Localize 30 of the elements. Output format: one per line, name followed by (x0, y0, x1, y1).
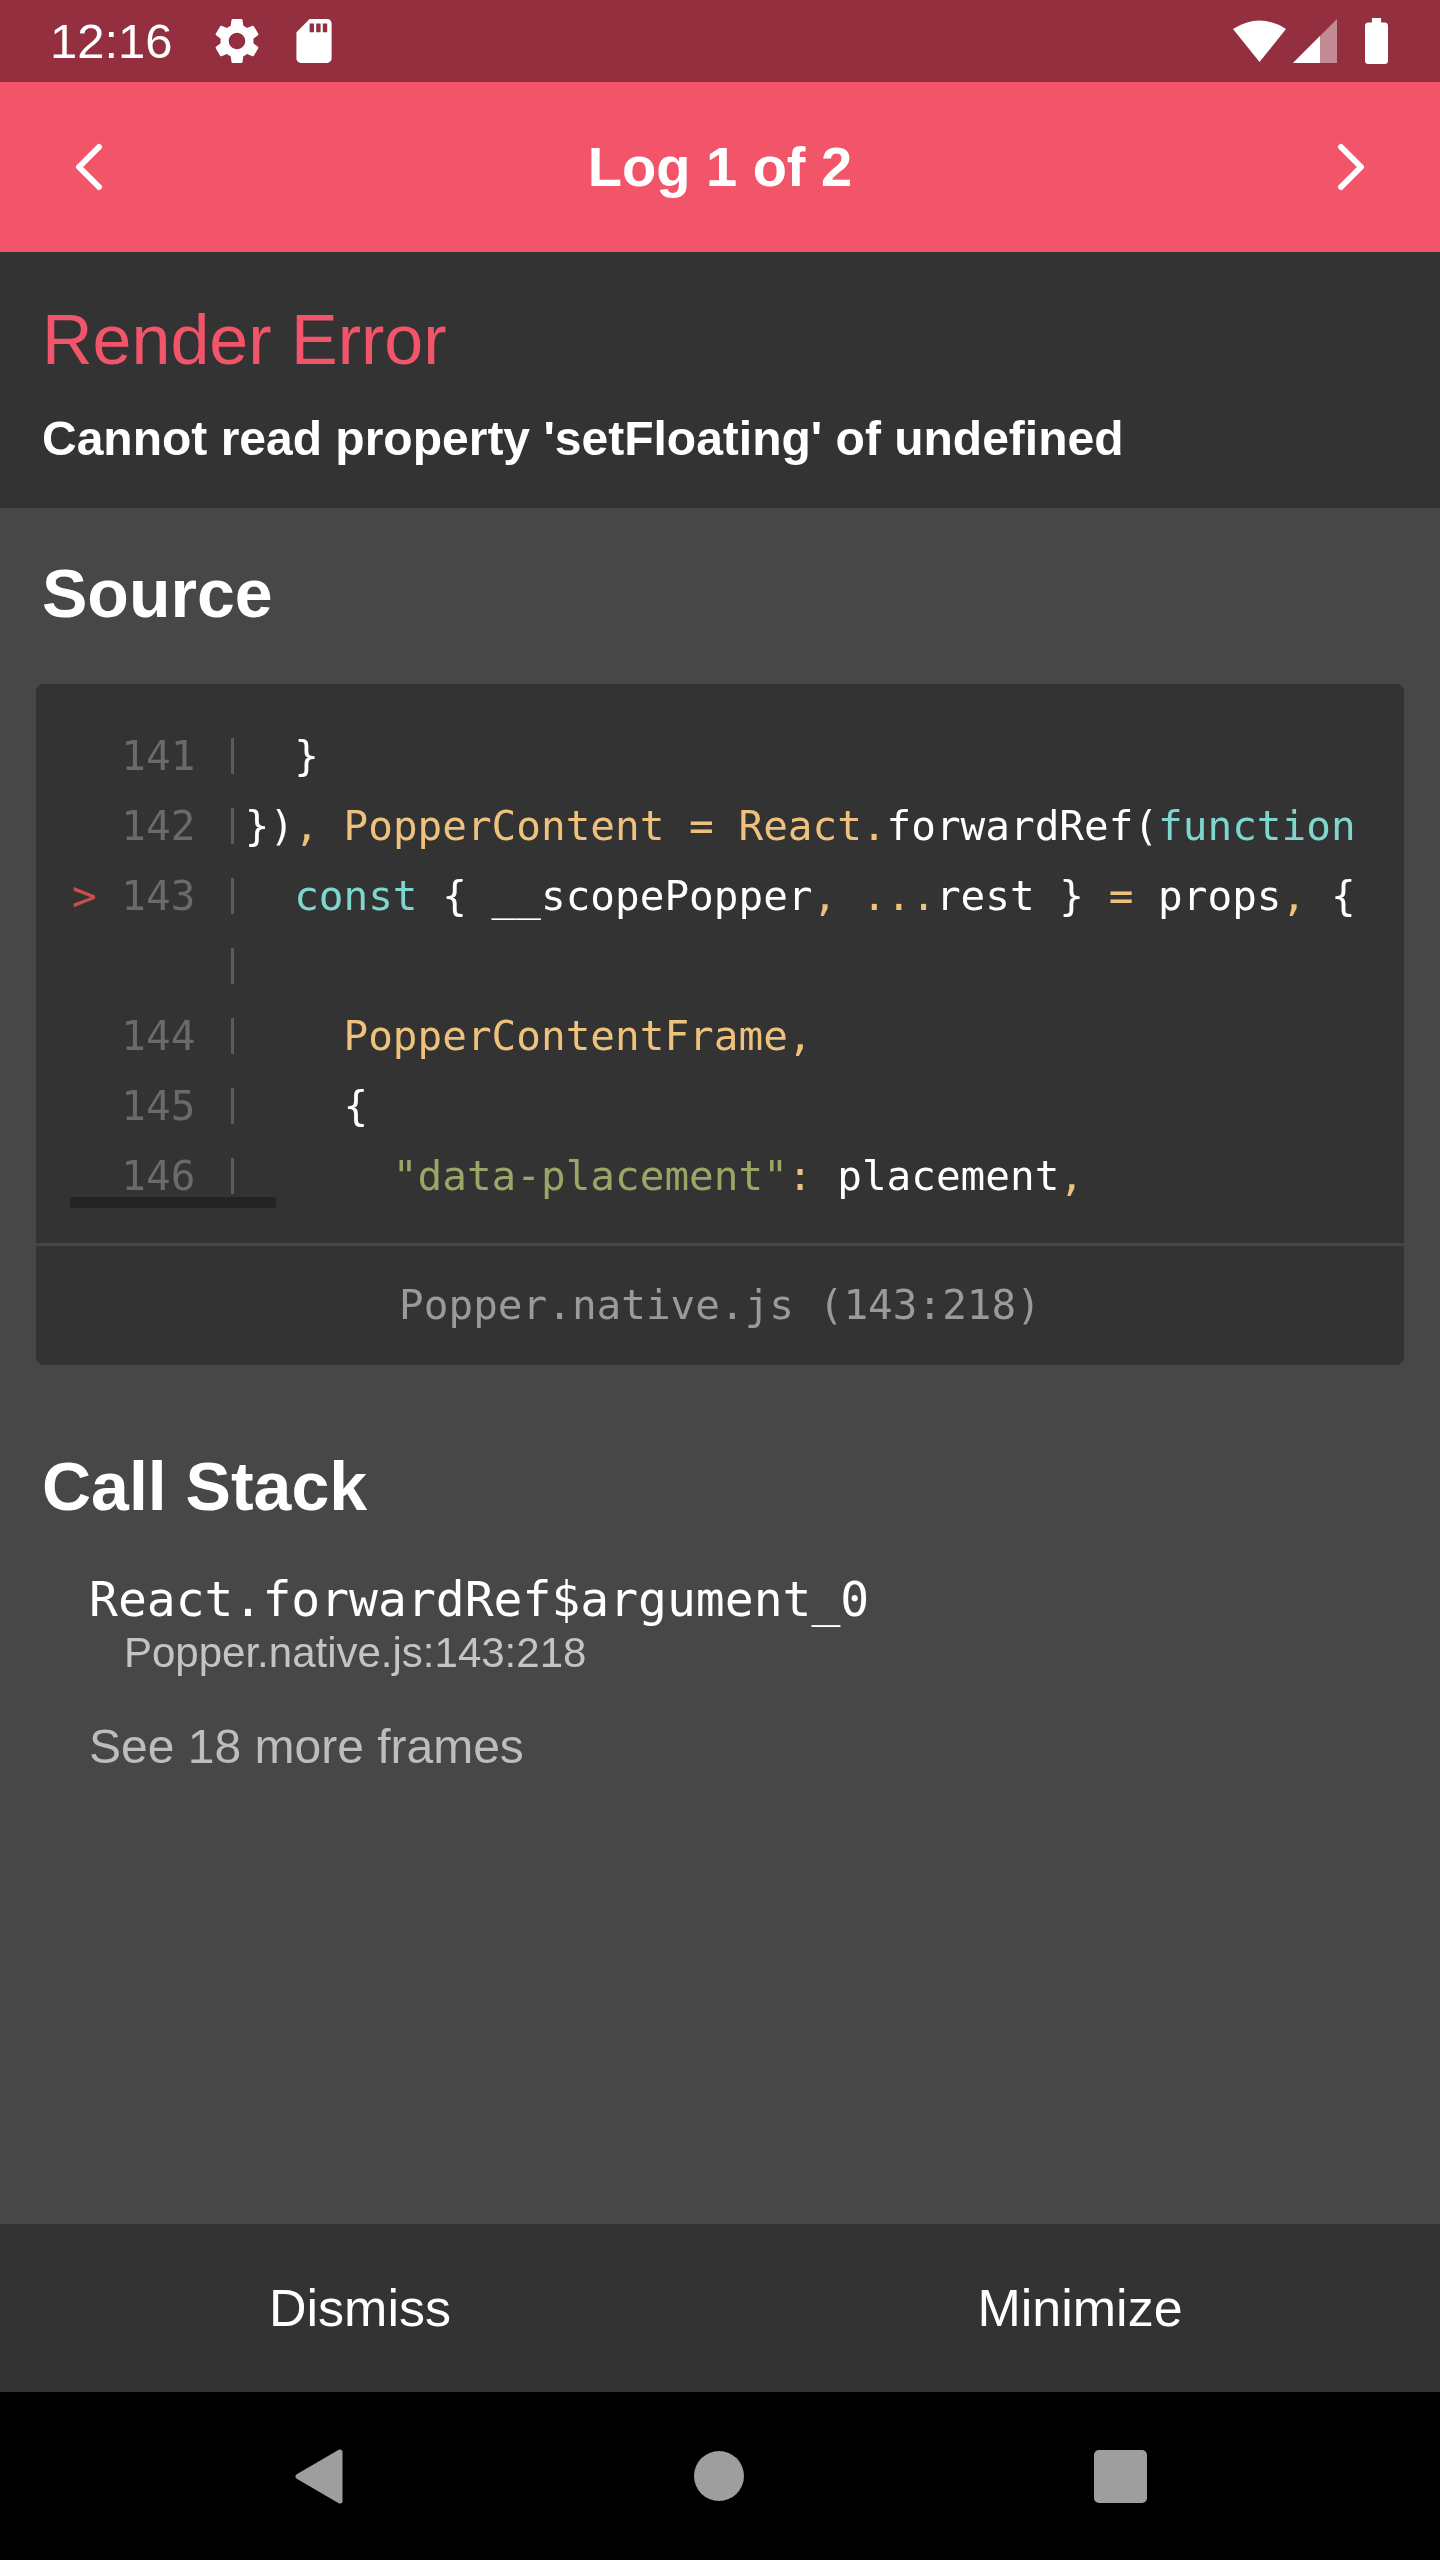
recents-icon (1093, 2449, 1147, 2503)
battery-icon (1363, 18, 1390, 64)
back-button[interactable] (293, 2448, 344, 2504)
stack-frame-location: Popper.native.js:143:218 (124, 1628, 587, 1678)
status-time: 12:16 (50, 16, 173, 66)
minimize-button[interactable]: Minimize (720, 2224, 1440, 2392)
chevron-left-icon (75, 143, 103, 191)
stack-frame-function: React.forwardRef$argument_0 (89, 1573, 870, 1626)
error-message: Cannot read property 'setFloating' of undefined (42, 411, 1124, 467)
dismiss-button[interactable]: Dismiss (0, 2224, 720, 2392)
home-button[interactable] (693, 2451, 744, 2501)
file-reference: Popper.native.js (143:218) (399, 1285, 1041, 1326)
code-line: }), PopperContent = React.forwardRef(function (244, 805, 1356, 847)
section-heading: Call Stack (42, 1447, 368, 1526)
code-line: "data-placement": placement, (391, 1155, 1085, 1197)
code-line: { (342, 1085, 369, 1127)
back-icon (293, 2448, 344, 2504)
section-heading: Source (42, 554, 273, 633)
recents-button[interactable] (1093, 2449, 1147, 2503)
signal-icon (1293, 19, 1337, 63)
home-icon (693, 2451, 744, 2501)
sd-card-icon (295, 19, 332, 63)
wifi-icon (1232, 19, 1287, 63)
error-title: Render Error (42, 300, 447, 381)
more-frames-link[interactable]: See 18 more frames (89, 1717, 524, 1776)
code-line: PopperContentFrame, (342, 1015, 813, 1057)
settings-icon (214, 19, 259, 63)
current-line-marker: > (72, 875, 97, 917)
chevron-right-icon (1337, 143, 1365, 191)
code-line: } (293, 735, 319, 777)
